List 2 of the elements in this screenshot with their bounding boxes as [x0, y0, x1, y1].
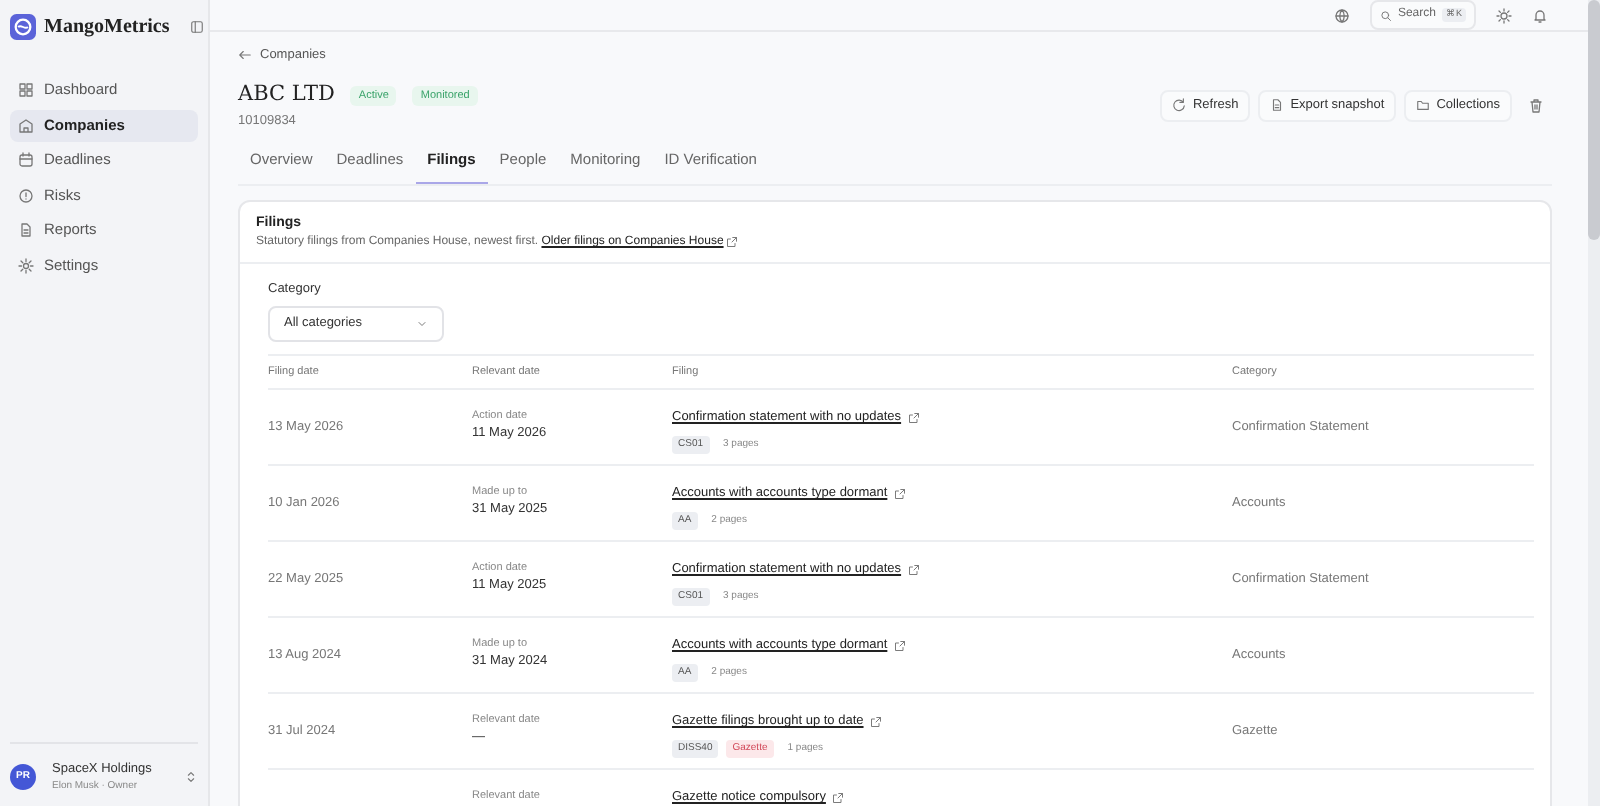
- company-name: ABC LTD: [238, 79, 335, 110]
- brand-name: MangoMetrics: [44, 14, 170, 42]
